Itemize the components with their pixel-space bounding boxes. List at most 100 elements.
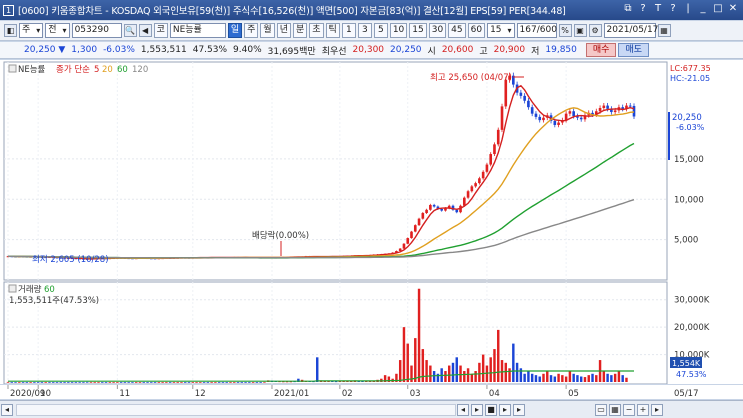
link-icon[interactable]: ⧉	[622, 3, 634, 14]
volume-bar	[150, 381, 153, 383]
zoom-in-icon[interactable]: +	[637, 403, 649, 416]
candle-body	[500, 106, 504, 130]
volume-bar	[248, 381, 251, 383]
volume-bar	[101, 381, 104, 383]
period-month[interactable]: 월	[260, 23, 275, 38]
close-icon[interactable]: ✕	[727, 3, 739, 14]
period-tick[interactable]: 틱	[325, 23, 340, 38]
scroll-left-icon[interactable]: ◂	[1, 403, 13, 416]
maximize-icon[interactable]: □	[712, 3, 724, 14]
volume-bar	[82, 381, 85, 383]
interval-5[interactable]: 5	[373, 23, 388, 38]
volume-legend-ma: 60	[44, 285, 55, 295]
text-icon[interactable]: T	[652, 3, 664, 14]
gear-icon[interactable]: ⚙	[588, 24, 602, 37]
legend-box[interactable]	[8, 64, 17, 73]
tab-prev-select[interactable]: 전	[45, 23, 70, 38]
volume-bar	[63, 381, 66, 383]
layout-icon[interactable]: ▭	[595, 403, 607, 416]
zoom-out-icon[interactable]: −	[623, 403, 635, 416]
interval-15[interactable]: 15	[409, 23, 427, 38]
calendar-icon[interactable]: ▦	[657, 24, 671, 37]
period-year[interactable]: 년	[276, 23, 291, 38]
scroll-end-icon[interactable]: ▸	[651, 403, 663, 416]
stock-code-input[interactable]: 053290	[71, 23, 122, 38]
volume-bar	[153, 381, 157, 383]
candle-body	[504, 79, 508, 107]
volume-bar	[259, 381, 262, 383]
step-icon[interactable]: ▸	[499, 403, 511, 416]
scroll-right-icon[interactable]: ▸	[513, 403, 525, 416]
interval-45[interactable]: 45	[448, 23, 466, 38]
volume-bar	[48, 381, 51, 383]
x-end-label: 05/17	[674, 389, 699, 399]
interval-10[interactable]: 10	[389, 23, 408, 38]
period-second[interactable]: 초	[309, 23, 324, 38]
period-day[interactable]: 일	[227, 23, 243, 38]
date-field[interactable]: 2021/05/17	[603, 23, 658, 38]
stock-name-field[interactable]: NE능률	[169, 23, 226, 38]
code-button[interactable]: 코	[153, 23, 168, 38]
volume-pane-frame	[3, 281, 668, 385]
x-tick-label: 03	[410, 389, 421, 399]
chart-area[interactable]: 15,000 10,000 5,000 30,000K 20,000K 10,000K …	[0, 60, 743, 385]
volume-bar	[55, 381, 59, 383]
help-icon[interactable]: ?	[637, 3, 649, 14]
volume-bar	[500, 360, 504, 382]
volume-bar	[78, 381, 81, 383]
count-field[interactable]: 167/600	[516, 23, 557, 38]
period-minute[interactable]: 분	[292, 23, 308, 38]
candle-body	[523, 95, 526, 101]
sell-button[interactable]: 매도	[618, 43, 650, 57]
candle-body	[568, 111, 572, 114]
menu-icon[interactable]: ◧	[4, 24, 17, 37]
interval-1[interactable]: 1	[341, 23, 356, 38]
quote-turnover: 9.40%	[233, 45, 262, 55]
candle-body	[628, 105, 632, 107]
interval-3[interactable]: 3	[357, 23, 372, 38]
quote-vol-ratio: 47.53%	[192, 45, 228, 55]
volume-bar	[542, 373, 545, 382]
volume-bar	[176, 381, 179, 383]
candle-body	[496, 129, 500, 145]
volume-bar	[553, 376, 557, 382]
volume-bar	[180, 381, 183, 383]
volume-bar	[89, 381, 93, 383]
speaker-icon[interactable]: ◀	[138, 24, 152, 37]
interval-60[interactable]: 60	[467, 23, 486, 38]
price-pane-frame	[3, 61, 668, 281]
buy-button[interactable]: 매수	[585, 43, 617, 57]
candle-body	[481, 171, 485, 179]
volume-bar	[466, 368, 470, 382]
grid-icon[interactable]: ▦	[609, 403, 621, 416]
tool-icon[interactable]: %	[558, 24, 572, 37]
volume-bar	[74, 381, 78, 383]
stop-icon[interactable]: ■	[485, 403, 497, 416]
play-back-icon[interactable]: ◂	[457, 403, 469, 416]
tab-main-select[interactable]: 주	[19, 23, 44, 38]
volume-bar	[112, 381, 115, 383]
minimize-icon[interactable]: _	[697, 3, 709, 14]
candle-body	[519, 92, 523, 96]
price-tag-text: 20,250	[672, 113, 702, 123]
candle-body	[410, 231, 413, 239]
price-tag-pct: -6.03%	[676, 123, 705, 132]
period-week[interactable]: 주	[244, 23, 259, 38]
search-icon[interactable]: 🔍	[123, 24, 137, 37]
interval-select[interactable]: 15	[487, 23, 515, 38]
chart-svg[interactable]: 15,00010,0005,000 30,000K20,000K10,000K …	[0, 60, 743, 385]
interval-30[interactable]: 30	[428, 23, 447, 38]
volume-bar	[478, 362, 481, 382]
volume-bar	[489, 357, 492, 382]
volume-legend-box[interactable]	[8, 284, 17, 293]
save-icon[interactable]: ▣	[573, 24, 587, 37]
play-icon[interactable]: ▸	[471, 403, 483, 416]
scroll-track[interactable]	[16, 403, 456, 416]
legend-stock-name: NE능률	[18, 65, 46, 75]
volume-bar	[85, 381, 89, 383]
volume-bar	[508, 368, 511, 382]
candle-body	[406, 238, 410, 244]
volume-bar	[40, 381, 44, 383]
candle-body	[417, 218, 421, 226]
question-icon[interactable]: ?	[667, 3, 679, 14]
